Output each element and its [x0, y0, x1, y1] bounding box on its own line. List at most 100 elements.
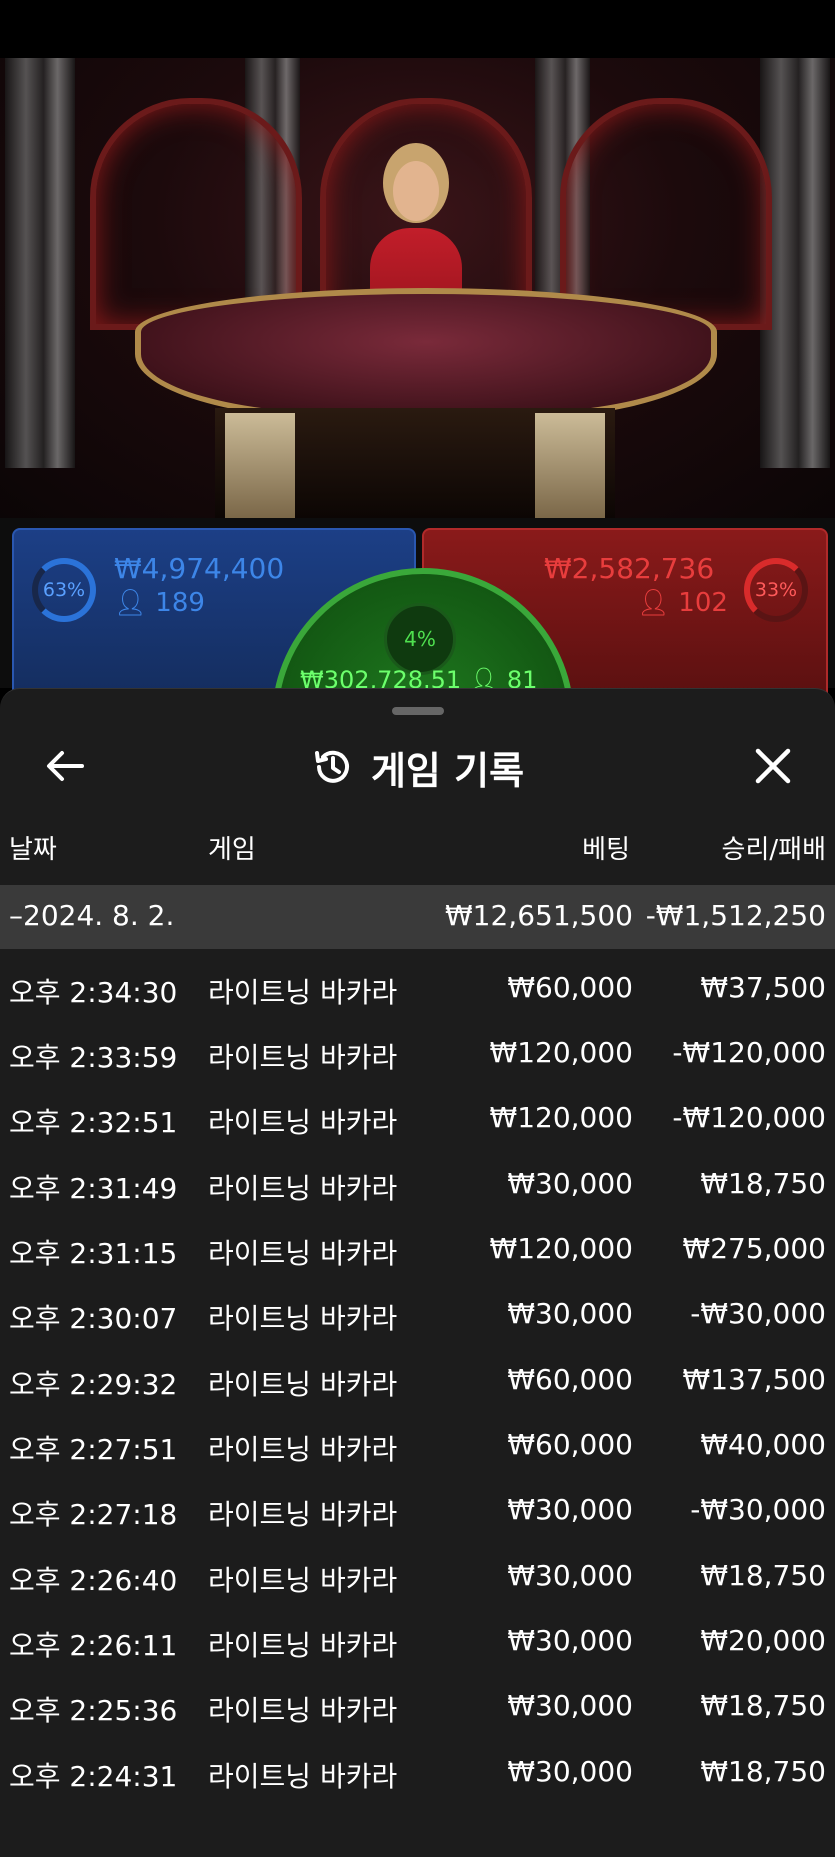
- row-time: 오후 2:32:51: [9, 1106, 178, 1139]
- row-result: -₩30,000: [690, 1493, 826, 1526]
- user-icon: 👤︎: [637, 588, 671, 618]
- table-row[interactable]: 오후 2:30:07 라이트닝 바카라 ₩30,000 -₩30,000: [0, 1283, 835, 1345]
- close-icon: [755, 748, 791, 784]
- sheet-title: 게임 기록: [370, 748, 525, 793]
- table-row[interactable]: 오후 2:31:49 라이트닝 바카라 ₩30,000 ₩18,750: [0, 1153, 835, 1215]
- row-result: ₩18,750: [700, 1755, 826, 1788]
- row-game: 라이트닝 바카라: [208, 1172, 398, 1205]
- row-time: 오후 2:24:31: [9, 1760, 178, 1793]
- row-bet: ₩30,000: [507, 1624, 633, 1657]
- row-time: 오후 2:25:36: [9, 1694, 178, 1727]
- player-percent: 63%: [42, 579, 86, 601]
- row-game: 라이트닝 바카라: [208, 1041, 398, 1074]
- row-game: 라이트닝 바카라: [208, 1368, 398, 1401]
- drag-handle[interactable]: [392, 707, 444, 715]
- row-game: 라이트닝 바카라: [208, 1760, 398, 1793]
- row-time: 오후 2:26:40: [9, 1564, 178, 1597]
- table-lamp-left: [225, 413, 295, 518]
- tie-percent-ring: 4%: [384, 603, 456, 675]
- row-game: 라이트닝 바카라: [208, 976, 398, 1009]
- row-bet: ₩30,000: [507, 1493, 633, 1526]
- row-bet: ₩120,000: [489, 1036, 633, 1069]
- history-icon: [314, 750, 349, 783]
- row-time: 오후 2:30:07: [9, 1302, 178, 1335]
- row-game: 라이트닝 바카라: [208, 1433, 398, 1466]
- row-time: 오후 2:29:32: [9, 1368, 178, 1401]
- player-count: 👤︎ 189: [114, 588, 205, 618]
- pillar-left: [5, 58, 75, 468]
- row-result: -₩120,000: [672, 1036, 826, 1069]
- player-amount: ₩4,974,400: [114, 552, 285, 585]
- table-row[interactable]: 오후 2:27:18 라이트닝 바카라 ₩30,000 -₩30,000: [0, 1479, 835, 1541]
- row-result: ₩137,500: [682, 1363, 826, 1396]
- row-time: 오후 2:27:51: [9, 1433, 178, 1466]
- row-result: ₩20,000: [700, 1624, 826, 1657]
- column-header-game: 게임: [208, 835, 256, 865]
- banker-percent-ring: 33%: [744, 558, 808, 622]
- row-result: ₩37,500: [700, 971, 826, 1004]
- row-time: 오후 2:31:15: [9, 1237, 178, 1270]
- row-result: ₩18,750: [700, 1689, 826, 1722]
- top-bar: [0, 0, 835, 58]
- row-bet: ₩30,000: [507, 1167, 633, 1200]
- row-bet: ₩30,000: [507, 1297, 633, 1330]
- row-time: 오후 2:34:30: [9, 976, 178, 1009]
- user-icon: 👤︎: [114, 588, 148, 618]
- table-row[interactable]: 오후 2:25:36 라이트닝 바카라 ₩30,000 ₩18,750: [0, 1675, 835, 1737]
- banker-count-value: 102: [678, 588, 728, 618]
- row-game: 라이트닝 바카라: [208, 1106, 398, 1139]
- table-row[interactable]: 오후 2:34:30 라이트닝 바카라 ₩60,000 ₩37,500: [0, 957, 835, 1019]
- row-game: 라이트닝 바카라: [208, 1237, 398, 1270]
- row-bet: ₩60,000: [507, 971, 633, 1004]
- table-row[interactable]: 오후 2:26:40 라이트닝 바카라 ₩30,000 ₩18,750: [0, 1545, 835, 1607]
- close-button[interactable]: [748, 741, 798, 791]
- dealer-head: [393, 161, 439, 221]
- row-result: -₩30,000: [690, 1297, 826, 1330]
- bet-statistics: 63% ₩4,974,400 👤︎ 189 ₩2,582,736 👤︎ 102 …: [0, 518, 835, 870]
- sheet-header: 게임 기록: [0, 734, 835, 800]
- date-summary-row[interactable]: –2024. 8. 2. ₩12,651,500 -₩1,512,250: [0, 885, 835, 949]
- row-result: ₩18,750: [700, 1167, 826, 1200]
- summary-bet: ₩12,651,500: [444, 899, 633, 932]
- banker-count: 👤︎ 102: [637, 588, 728, 618]
- row-bet: ₩30,000: [507, 1755, 633, 1788]
- table-row[interactable]: 오후 2:26:11 라이트닝 바카라 ₩30,000 ₩20,000: [0, 1610, 835, 1672]
- baccarat-table: [135, 288, 717, 420]
- table-row[interactable]: 오후 2:27:51 라이트닝 바카라 ₩60,000 ₩40,000: [0, 1414, 835, 1476]
- tie-percent: 4%: [404, 627, 436, 651]
- table-row[interactable]: 오후 2:31:15 라이트닝 바카라 ₩120,000 ₩275,000: [0, 1218, 835, 1280]
- table-lamp-right: [535, 413, 605, 518]
- row-bet: ₩30,000: [507, 1689, 633, 1722]
- game-history-sheet: 게임 기록 날짜 게임 베팅 승리/패배 –2024. 8. 2. ₩12,65…: [0, 688, 835, 1857]
- row-bet: ₩120,000: [489, 1101, 633, 1134]
- summary-result: -₩1,512,250: [645, 899, 826, 932]
- banker-amount: ₩2,582,736: [544, 552, 715, 585]
- banker-percent: 33%: [754, 579, 798, 601]
- row-result: ₩40,000: [700, 1428, 826, 1461]
- column-header-date: 날짜: [9, 835, 57, 865]
- row-time: 오후 2:33:59: [9, 1041, 178, 1074]
- summary-date: –2024. 8. 2.: [9, 899, 175, 932]
- row-bet: ₩30,000: [507, 1559, 633, 1592]
- row-bet: ₩60,000: [507, 1363, 633, 1396]
- row-time: 오후 2:27:18: [9, 1498, 178, 1531]
- table-row[interactable]: 오후 2:33:59 라이트닝 바카라 ₩120,000 -₩120,000: [0, 1022, 835, 1084]
- row-bet: ₩60,000: [507, 1428, 633, 1461]
- player-count-value: 189: [155, 588, 205, 618]
- column-header-result: 승리/패배: [721, 835, 826, 865]
- table-row[interactable]: 오후 2:32:51 라이트닝 바카라 ₩120,000 -₩120,000: [0, 1087, 835, 1149]
- table-row[interactable]: 오후 2:24:31 라이트닝 바카라 ₩30,000 ₩18,750: [0, 1741, 835, 1803]
- live-dealer-video: [0, 58, 835, 518]
- table-row[interactable]: 오후 2:29:32 라이트닝 바카라 ₩60,000 ₩137,500: [0, 1349, 835, 1411]
- column-header-bet: 베팅: [582, 835, 630, 865]
- row-time: 오후 2:26:11: [9, 1629, 178, 1662]
- row-game: 라이트닝 바카라: [208, 1302, 398, 1335]
- row-result: ₩18,750: [700, 1559, 826, 1592]
- row-game: 라이트닝 바카라: [208, 1498, 398, 1531]
- row-game: 라이트닝 바카라: [208, 1629, 398, 1662]
- row-result: -₩120,000: [672, 1101, 826, 1134]
- row-result: ₩275,000: [682, 1232, 826, 1265]
- row-game: 라이트닝 바카라: [208, 1564, 398, 1597]
- row-time: 오후 2:31:49: [9, 1172, 178, 1205]
- row-bet: ₩120,000: [489, 1232, 633, 1265]
